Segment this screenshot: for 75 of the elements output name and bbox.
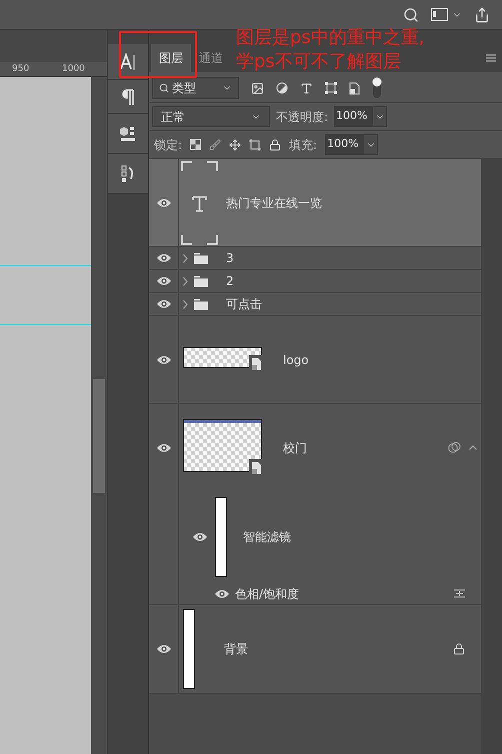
chevron-right-icon[interactable] bbox=[183, 254, 188, 262]
smart-filter-icon[interactable] bbox=[448, 442, 461, 453]
share-icon[interactable] bbox=[474, 6, 490, 22]
folder-icon bbox=[194, 276, 208, 286]
eye-icon[interactable] bbox=[156, 253, 170, 263]
document-icon[interactable] bbox=[349, 82, 360, 94]
eye-icon[interactable] bbox=[156, 299, 170, 309]
paragraph-icon bbox=[122, 88, 134, 104]
eye-icon[interactable] bbox=[156, 198, 170, 208]
layer-name: 2 bbox=[226, 273, 234, 290]
filter-mask-name: 智能滤镜 bbox=[243, 529, 291, 546]
lock-icon bbox=[453, 643, 465, 655]
layer-row[interactable]: logo bbox=[149, 316, 481, 403]
scrollbar[interactable] bbox=[91, 77, 107, 754]
layer-row[interactable]: 3 bbox=[149, 247, 481, 269]
layer-row[interactable]: 校门 bbox=[149, 404, 481, 491]
layer-row[interactable]: 可点击 bbox=[149, 293, 481, 315]
filter-options-icon[interactable] bbox=[454, 589, 465, 598]
collapse-caret-icon[interactable] bbox=[469, 445, 477, 450]
folder-icon bbox=[194, 298, 208, 310]
3d-button[interactable] bbox=[108, 114, 148, 154]
eye-icon[interactable] bbox=[156, 442, 170, 452]
move-icon[interactable] bbox=[229, 138, 242, 150]
annotation-text: 学ps不可不了解图层 bbox=[236, 50, 401, 74]
lock-transparency-icon[interactable] bbox=[190, 139, 202, 150]
eye-icon[interactable] bbox=[156, 276, 170, 286]
layer-name: logo bbox=[283, 352, 309, 368]
layer-row[interactable]: 2 bbox=[149, 270, 481, 292]
search-icon[interactable] bbox=[403, 6, 419, 22]
paragraph-button[interactable] bbox=[108, 80, 148, 114]
layer-name: 3 bbox=[226, 250, 234, 267]
eye-icon[interactable] bbox=[156, 644, 170, 654]
ruler-label: 950 bbox=[12, 63, 30, 76]
eye-icon[interactable] bbox=[215, 588, 229, 598]
fill-label: 填充: bbox=[289, 136, 318, 154]
lock-label: 锁定: bbox=[154, 136, 182, 154]
type-icon[interactable] bbox=[300, 82, 313, 94]
folder-icon bbox=[194, 252, 208, 264]
crop-icon[interactable] bbox=[249, 138, 262, 150]
opacity-label: 不透明度: bbox=[276, 108, 328, 126]
panel-tab[interactable]: 通道 bbox=[191, 44, 231, 72]
layer-name: 校门 bbox=[283, 440, 307, 456]
search-icon bbox=[159, 83, 169, 93]
chevron-right-icon[interactable] bbox=[183, 276, 188, 286]
layer-name: 背景 bbox=[224, 641, 248, 658]
brush-icon[interactable] bbox=[209, 138, 222, 150]
workspace-icon[interactable] bbox=[431, 8, 448, 21]
history-icon bbox=[121, 164, 135, 182]
image-icon[interactable] bbox=[251, 82, 264, 94]
panel-tab[interactable]: 图层 bbox=[151, 44, 191, 72]
layer-row[interactable]: 热门专业在线一览 bbox=[149, 159, 481, 246]
cube-icon bbox=[120, 126, 136, 142]
filter-toggle[interactable] bbox=[372, 77, 382, 99]
ruler-label: 1000 bbox=[62, 63, 85, 76]
lock-icon[interactable] bbox=[269, 138, 282, 150]
filter-name[interactable]: 色相/饱和度 bbox=[235, 584, 300, 602]
layer-name: 热门专业在线一览 bbox=[226, 194, 322, 212]
opacity-field[interactable]: 100% bbox=[334, 106, 372, 127]
history-button[interactable] bbox=[108, 154, 148, 194]
eye-icon[interactable] bbox=[156, 354, 170, 364]
chevron-right-icon[interactable] bbox=[183, 300, 188, 308]
layer-row[interactable]: 背景 bbox=[149, 605, 481, 693]
blend-mode-dropdown[interactable]: 正常 bbox=[152, 106, 270, 127]
fill-field[interactable]: 100% bbox=[325, 134, 364, 155]
filter-dropdown[interactable]: 类型 bbox=[152, 77, 239, 99]
annotation-text: 图层是ps中的重中之重, bbox=[236, 26, 425, 50]
eye-icon[interactable] bbox=[193, 532, 207, 542]
menu-icon[interactable] bbox=[486, 54, 496, 62]
transform-icon[interactable] bbox=[325, 82, 337, 94]
filter-value: 类型 bbox=[172, 80, 196, 97]
half-circle-icon[interactable] bbox=[276, 82, 288, 94]
character-button[interactable] bbox=[108, 44, 148, 80]
character-icon bbox=[120, 52, 136, 70]
blend-mode-value: 正常 bbox=[161, 108, 185, 126]
layer-name: 可点击 bbox=[226, 296, 262, 313]
